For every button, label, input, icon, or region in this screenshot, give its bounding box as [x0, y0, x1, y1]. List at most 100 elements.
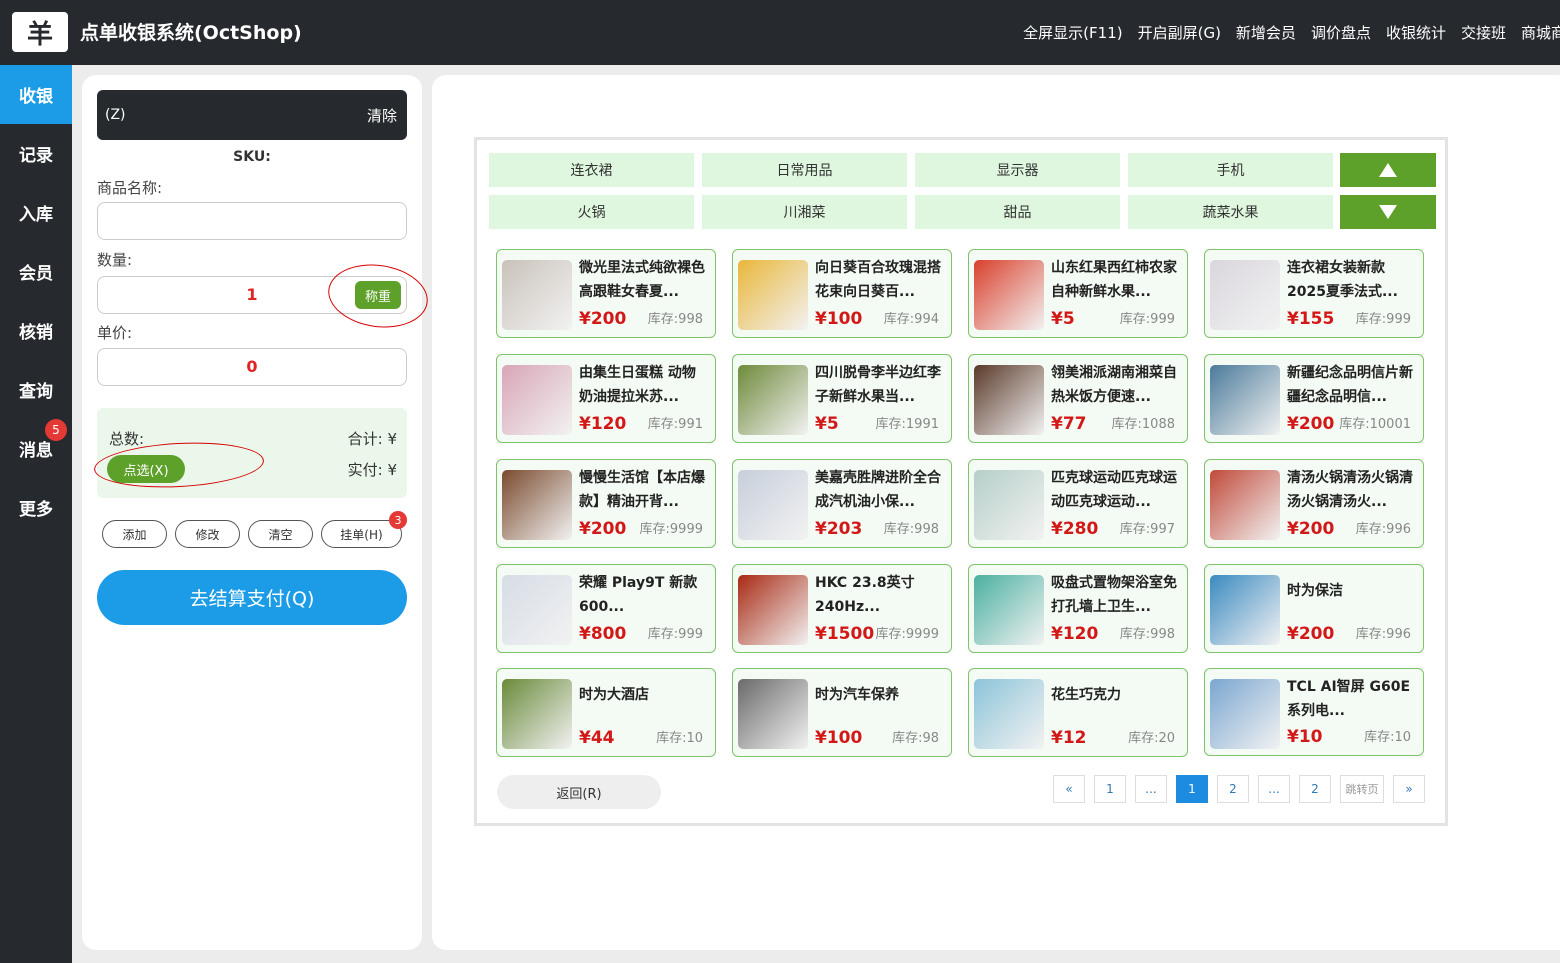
category-up-button[interactable]	[1340, 153, 1436, 187]
sidebar-item-query[interactable]: 查询	[0, 360, 72, 419]
sidebar-item-more[interactable]: 更多	[0, 478, 72, 537]
page-jump-input[interactable]: 跳转页	[1340, 775, 1384, 803]
product-image	[1210, 260, 1280, 330]
checkout-button[interactable]: 去结算支付(Q)	[97, 570, 407, 625]
cash-stats-link[interactable]: 收银统计	[1386, 22, 1446, 43]
product-name: 荣耀 Play9T 新款600...	[579, 575, 698, 615]
page-button[interactable]: 2	[1217, 775, 1249, 803]
page-current-button[interactable]: 1	[1176, 775, 1208, 803]
product-card[interactable]: 由集生日蛋糕 动物奶油提拉米苏... ¥120 库存:991	[496, 354, 716, 443]
category-hotpot[interactable]: 火锅	[489, 195, 694, 229]
page-button[interactable]: 1	[1094, 775, 1126, 803]
sku-label: SKU:	[233, 149, 271, 165]
product-name: 微光里法式纯欲裸色高跟鞋女春夏...	[579, 260, 705, 300]
product-price: ¥280	[1051, 519, 1099, 539]
product-name: 时为大酒店	[579, 687, 649, 703]
product-stock: 库存:10	[1364, 730, 1411, 745]
fullscreen-link[interactable]: 全屏显示(F11)	[1023, 22, 1122, 43]
message-count-badge: 5	[45, 419, 67, 441]
sidebar-item-messages[interactable]: 消息 5	[0, 419, 72, 478]
product-name: 新疆纪念品明信片新疆纪念品明信...	[1287, 365, 1413, 405]
unit-price-field[interactable]: 0	[97, 348, 407, 386]
empty-button[interactable]: 清空	[248, 520, 313, 548]
clear-button[interactable]: 清除	[367, 105, 397, 126]
product-card[interactable]: TCL AI智屏 G60E 系列电... ¥10 库存:10	[1204, 668, 1424, 756]
product-image	[1210, 470, 1280, 540]
product-card[interactable]: 清汤火锅清汤火锅清汤火锅清汤火... ¥200 库存:996	[1204, 459, 1424, 548]
product-card[interactable]: 向日葵百合玫瑰混搭花束向日葵百... ¥100 库存:994	[732, 249, 952, 338]
product-card[interactable]: 连衣裙女装新款2025夏季法式... ¥155 库存:999	[1204, 249, 1424, 338]
product-card[interactable]: 微光里法式纯欲裸色高跟鞋女春夏... ¥200 库存:998	[496, 249, 716, 338]
product-card[interactable]: 翎美湘派湖南湘菜自热米饭方便速... ¥77 库存:1088	[968, 354, 1188, 443]
product-image	[738, 470, 808, 540]
product-price: ¥120	[579, 414, 627, 434]
product-name: 连衣裙女装新款2025夏季法式...	[1287, 260, 1398, 300]
top-bar: 羊 点单收银系统(OctShop) 全屏显示(F11) 开启副屏(G) 新增会员…	[0, 0, 1560, 65]
sidebar-item-stock-in[interactable]: 入库	[0, 183, 72, 242]
category-sichuan[interactable]: 川湘菜	[702, 195, 907, 229]
page-ellipsis[interactable]: ...	[1258, 775, 1290, 803]
sidebar-item-members[interactable]: 会员	[0, 242, 72, 301]
product-name: 时为保洁	[1287, 583, 1343, 599]
logo-icon: 羊	[12, 12, 68, 52]
back-button[interactable]: 返回(R)	[497, 775, 661, 809]
page-next-button[interactable]: »	[1393, 775, 1425, 803]
sidebar-item-cashier[interactable]: 收银	[0, 65, 72, 124]
product-card[interactable]: 花生巧克力 ¥12 库存:20	[968, 668, 1188, 757]
product-card[interactable]: 匹克球运动匹克球运动匹克球运动... ¥280 库存:997	[968, 459, 1188, 548]
category-phone[interactable]: 手机	[1128, 153, 1333, 187]
category-monitor[interactable]: 显示器	[915, 153, 1120, 187]
product-stock: 库存:20	[1128, 731, 1175, 746]
product-stock: 库存:999	[647, 627, 703, 642]
product-stock: 库存:1991	[875, 417, 939, 432]
product-price: ¥10	[1287, 727, 1323, 747]
product-card[interactable]: 四川脱骨李半边红李子新鲜水果当... ¥5 库存:1991	[732, 354, 952, 443]
product-stock: 库存:9999	[875, 627, 939, 642]
top-nav: 全屏显示(F11) 开启副屏(G) 新增会员 调价盘点 收银统计 交接班 商城商	[1023, 22, 1560, 43]
sidebar-item-verify[interactable]: 核销	[0, 301, 72, 360]
second-screen-link[interactable]: 开启副屏(G)	[1138, 22, 1221, 43]
sidebar-item-records[interactable]: 记录	[0, 124, 72, 183]
scan-input[interactable]: (Z) 清除	[97, 90, 407, 140]
product-card[interactable]: 美嘉壳胜牌进阶全合成汽机油小保... ¥203 库存:998	[732, 459, 952, 548]
product-price: ¥800	[579, 624, 627, 644]
unit-price-label: 单价:	[97, 324, 133, 342]
add-button[interactable]: 添加	[102, 520, 167, 548]
category-vegetables[interactable]: 蔬菜水果	[1128, 195, 1333, 229]
product-card[interactable]: 荣耀 Play9T 新款600... ¥800 库存:999	[496, 564, 716, 653]
product-card[interactable]: 时为汽车保养 ¥100 库存:98	[732, 668, 952, 757]
category-dessert[interactable]: 甜品	[915, 195, 1120, 229]
product-name: HKC 23.8英寸240Hz...	[815, 575, 915, 615]
mall-link[interactable]: 商城商	[1521, 22, 1560, 43]
product-image	[974, 260, 1044, 330]
product-price: ¥155	[1287, 309, 1335, 329]
product-card[interactable]: 时为大酒店 ¥44 库存:10	[496, 668, 716, 757]
product-card[interactable]: 新疆纪念品明信片新疆纪念品明信... ¥200 库存:10001	[1204, 354, 1424, 443]
product-name: 四川脱骨李半边红李子新鲜水果当...	[815, 365, 941, 405]
category-dress[interactable]: 连衣裙	[489, 153, 694, 187]
product-image	[738, 575, 808, 645]
hold-order-button[interactable]: 挂单(H) 3	[321, 511, 407, 548]
order-actions: 添加 修改 清空 挂单(H) 3	[102, 511, 407, 548]
product-price: ¥5	[815, 414, 839, 434]
product-card[interactable]: HKC 23.8英寸240Hz... ¥1500 库存:9999	[732, 564, 952, 653]
page-last-button[interactable]: 2	[1299, 775, 1331, 803]
product-name-field[interactable]	[97, 202, 407, 240]
product-card[interactable]: 吸盘式置物架浴室免打孔墙上卫生... ¥120 库存:998	[968, 564, 1188, 653]
product-card[interactable]: 时为保洁 ¥200 库存:996	[1204, 564, 1424, 653]
category-daily[interactable]: 日常用品	[702, 153, 907, 187]
product-card[interactable]: 慢慢生活馆【本店爆款】精油开背... ¥200 库存:9999	[496, 459, 716, 548]
total-count-label: 总数:	[109, 430, 145, 448]
add-member-link[interactable]: 新增会员	[1236, 22, 1296, 43]
page-first-button[interactable]: «	[1053, 775, 1085, 803]
product-image	[502, 365, 572, 435]
edit-button[interactable]: 修改	[175, 520, 240, 548]
price-adjust-link[interactable]: 调价盘点	[1311, 22, 1371, 43]
product-image	[1210, 679, 1280, 749]
page-ellipsis[interactable]: ...	[1135, 775, 1167, 803]
annotation-circle	[324, 258, 432, 334]
sidebar: 收银 记录 入库 会员 核销 查询 消息 5 更多	[0, 65, 72, 963]
product-card[interactable]: 山东红果西红柿农家自种新鲜水果... ¥5 库存:999	[968, 249, 1188, 338]
category-down-button[interactable]	[1340, 195, 1436, 229]
shift-handover-link[interactable]: 交接班	[1461, 22, 1506, 43]
